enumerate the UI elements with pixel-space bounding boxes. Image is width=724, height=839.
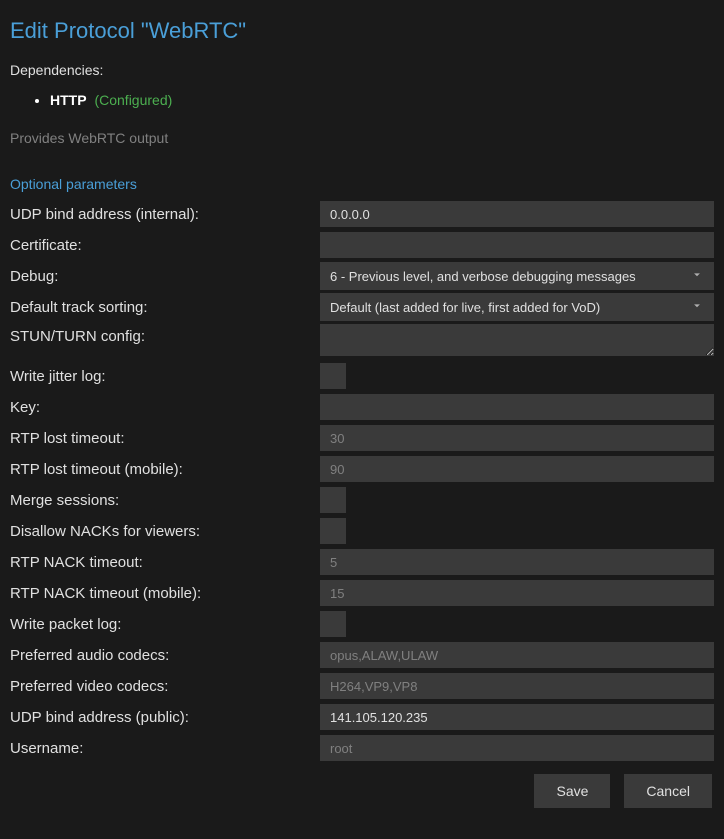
- preferred-video-codecs-label: Preferred video codecs:: [10, 674, 320, 699]
- dependency-name: HTTP: [50, 92, 87, 108]
- udp-bind-public-input[interactable]: [320, 704, 714, 730]
- certificate-label: Certificate:: [10, 233, 320, 258]
- key-input[interactable]: [320, 394, 714, 420]
- merge-sessions-label: Merge sessions:: [10, 488, 320, 513]
- rtp-lost-timeout-mobile-input[interactable]: [320, 456, 714, 482]
- disallow-nacks-checkbox[interactable]: [320, 518, 346, 544]
- page-title: Edit Protocol "WebRTC": [10, 18, 714, 44]
- stun-turn-label: STUN/TURN config:: [10, 324, 320, 349]
- certificate-input[interactable]: [320, 232, 714, 258]
- rtp-nack-timeout-mobile-label: RTP NACK timeout (mobile):: [10, 581, 320, 606]
- save-button[interactable]: Save: [534, 774, 610, 808]
- write-jitter-log-checkbox[interactable]: [320, 363, 346, 389]
- udp-bind-public-label: UDP bind address (public):: [10, 705, 320, 730]
- debug-select[interactable]: 6 - Previous level, and verbose debuggin…: [320, 262, 714, 290]
- username-input[interactable]: [320, 735, 714, 761]
- default-track-sorting-select[interactable]: Default (last added for live, first adde…: [320, 293, 714, 321]
- write-packet-log-label: Write packet log:: [10, 612, 320, 637]
- debug-label: Debug:: [10, 264, 320, 289]
- key-label: Key:: [10, 395, 320, 420]
- write-packet-log-checkbox[interactable]: [320, 611, 346, 637]
- udp-bind-internal-label: UDP bind address (internal):: [10, 202, 320, 227]
- disallow-nacks-label: Disallow NACKs for viewers:: [10, 519, 320, 544]
- username-label: Username:: [10, 736, 320, 761]
- udp-bind-internal-input[interactable]: [320, 201, 714, 227]
- dependency-item: HTTP (Configured): [50, 88, 714, 112]
- write-jitter-log-label: Write jitter log:: [10, 364, 320, 389]
- dependencies-list: HTTP (Configured): [10, 88, 714, 112]
- rtp-lost-timeout-input[interactable]: [320, 425, 714, 451]
- preferred-audio-codecs-input[interactable]: [320, 642, 714, 668]
- stun-turn-textarea[interactable]: [320, 324, 714, 356]
- dependencies-label: Dependencies:: [10, 62, 714, 78]
- preferred-video-codecs-input[interactable]: [320, 673, 714, 699]
- merge-sessions-checkbox[interactable]: [320, 487, 346, 513]
- rtp-nack-timeout-input[interactable]: [320, 549, 714, 575]
- dependency-status: (Configured): [94, 92, 172, 108]
- rtp-lost-timeout-label: RTP lost timeout:: [10, 426, 320, 451]
- protocol-description: Provides WebRTC output: [10, 130, 714, 146]
- preferred-audio-codecs-label: Preferred audio codecs:: [10, 643, 320, 668]
- rtp-lost-timeout-mobile-label: RTP lost timeout (mobile):: [10, 457, 320, 482]
- default-track-sorting-label: Default track sorting:: [10, 295, 320, 320]
- cancel-button[interactable]: Cancel: [624, 774, 712, 808]
- section-header-optional: Optional parameters: [10, 176, 714, 192]
- rtp-nack-timeout-mobile-input[interactable]: [320, 580, 714, 606]
- rtp-nack-timeout-label: RTP NACK timeout:: [10, 550, 320, 575]
